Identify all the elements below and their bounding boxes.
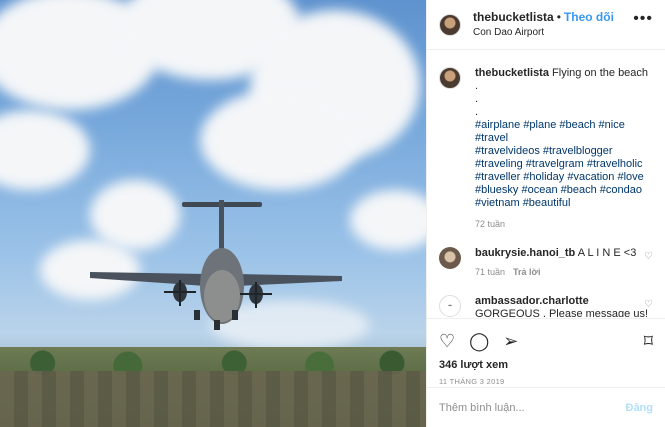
- follow-button[interactable]: Theo dõi: [564, 10, 614, 24]
- hashtag-line[interactable]: #airplane #plane #beach #nice #travel: [475, 119, 653, 145]
- comment-avatar[interactable]: [439, 247, 461, 269]
- ellipsis-icon[interactable]: •••: [633, 10, 653, 28]
- hashtag-line[interactable]: #travelvideos #travelblogger: [475, 145, 653, 158]
- post-date[interactable]: 11 THÁNG 3 2019: [439, 377, 653, 386]
- post-comment-button[interactable]: Đăng: [626, 402, 654, 414]
- comment-text: GORGEOUS , Please message us!: [475, 308, 649, 317]
- location-link[interactable]: Con Dao Airport: [473, 25, 614, 41]
- comments-scroll[interactable]: thebucketlista Flying on the beach . . .…: [427, 51, 665, 317]
- add-comment-bar: Đăng: [427, 387, 665, 427]
- heart-icon[interactable]: ♡: [439, 332, 455, 350]
- cloud: [350, 190, 426, 250]
- avatar[interactable]: [439, 13, 461, 36]
- post-header: thebucketlista • Theo dõi Con Dao Airport …: [427, 0, 665, 50]
- comment-text: A L I N E <3: [577, 247, 637, 259]
- bookmark-icon[interactable]: ⌑: [644, 332, 653, 350]
- paper-plane-icon[interactable]: ➢: [503, 332, 518, 350]
- caption-dot: .: [475, 106, 479, 118]
- post-video[interactable]: [0, 0, 426, 427]
- comment: ▪▪ ambassador.charlotte GORGEOUS , Pleas…: [439, 295, 653, 317]
- comment-username[interactable]: ambassador.charlotte: [475, 295, 589, 307]
- caption: thebucketlista Flying on the beach . . .…: [439, 67, 653, 231]
- cloud: [0, 110, 90, 190]
- airplane: [90, 200, 342, 330]
- view-count[interactable]: 346 lượt xem: [439, 359, 653, 371]
- caption-dot: .: [475, 93, 479, 105]
- comment-like-icon[interactable]: ♡: [644, 299, 653, 310]
- cloud: [200, 90, 360, 190]
- comment-avatar[interactable]: ▪▪: [439, 295, 461, 317]
- comment-like-icon[interactable]: ♡: [644, 251, 653, 262]
- comment: baukrysie.hanoi_tb A L I N E <3 71 tuần T…: [439, 247, 653, 279]
- hashtag-line[interactable]: #traveling #travelgram #travelholic: [475, 158, 653, 171]
- post-actions: ♡ ◯ ➢ ⌑ 346 lượt xem 11 THÁNG 3 2019: [427, 318, 665, 386]
- hashtag-line[interactable]: #traveller #holiday #vacation #love: [475, 171, 653, 184]
- separator-dot: •: [556, 9, 561, 24]
- caption-avatar[interactable]: [439, 67, 461, 89]
- comment-icon[interactable]: ◯: [469, 332, 489, 350]
- post-sidebar: thebucketlista • Theo dõi Con Dao Airport …: [426, 0, 665, 427]
- hashtag-line[interactable]: #vietnam #beautiful: [475, 197, 653, 210]
- header-username[interactable]: thebucketlista: [473, 10, 554, 24]
- comment-time[interactable]: 71 tuần: [475, 267, 505, 277]
- hashtags: #airplane #plane #beach #nice #travel #t…: [475, 119, 653, 210]
- comment-input[interactable]: [439, 401, 626, 414]
- instagram-post: thebucketlista • Theo dõi Con Dao Airport …: [0, 0, 665, 427]
- comment-username[interactable]: baukrysie.hanoi_tb: [475, 247, 575, 259]
- hashtag-line[interactable]: #bluesky #ocean #beach #condao: [475, 184, 653, 197]
- stone-wall: [0, 371, 426, 427]
- caption-username[interactable]: thebucketlista: [475, 67, 549, 79]
- reply-button[interactable]: Trả lời: [513, 267, 540, 277]
- caption-time[interactable]: 72 tuần: [475, 218, 653, 231]
